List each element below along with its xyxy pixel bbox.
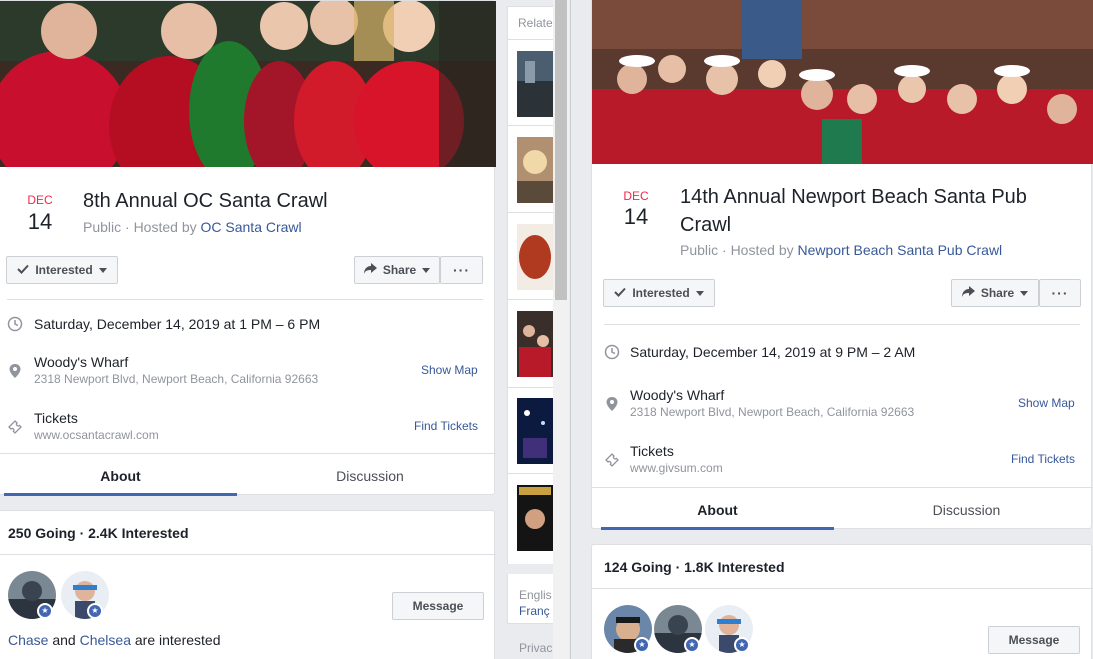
going-summary[interactable]: 250 Going · 2.4K Interested: [8, 525, 189, 541]
left-browser-window: DEC 14 8th Annual OC Santa Crawl Public …: [0, 0, 570, 659]
tickets-label: Tickets: [34, 410, 78, 426]
event-datetime[interactable]: Saturday, December 14, 2019 at 9 PM – 2 …: [630, 344, 915, 360]
interested-label: Interested: [632, 286, 690, 300]
event-month: DEC: [623, 189, 649, 203]
check-icon: [17, 263, 30, 277]
visibility-text: Public · Hosted by: [83, 219, 201, 235]
divider: [604, 324, 1080, 325]
divider: [0, 453, 496, 454]
more-options-button[interactable]: ···: [1039, 279, 1081, 307]
interested-button[interactable]: Interested: [6, 256, 118, 284]
friend-link[interactable]: Chase: [8, 632, 48, 648]
related-event-thumb[interactable]: [517, 51, 553, 117]
message-button[interactable]: Message: [392, 592, 484, 620]
chevron-down-icon: [98, 267, 107, 273]
event-host-line: Public · Hosted by OC Santa Crawl: [83, 219, 302, 235]
friend-link[interactable]: Chelsea: [80, 632, 131, 648]
more-options-button[interactable]: ···: [440, 256, 483, 284]
related-event-thumb[interactable]: [517, 398, 553, 464]
divider: [7, 299, 483, 300]
going-summary[interactable]: 124 Going · 1.8K Interested: [604, 559, 785, 575]
host-link[interactable]: OC Santa Crawl: [201, 219, 302, 235]
and-text: and: [48, 632, 80, 648]
event-title: 8th Annual OC Santa Crawl: [83, 190, 328, 212]
privacy-link[interactable]: Privac: [519, 641, 552, 655]
more-dots: ···: [1051, 285, 1069, 301]
tickets-label: Tickets: [630, 443, 674, 459]
show-map-link[interactable]: Show Map: [421, 363, 478, 377]
event-datetime[interactable]: Saturday, December 14, 2019 at 1 PM – 6 …: [34, 316, 320, 332]
venue-address: 2318 Newport Blvd, Newport Beach, Califo…: [34, 372, 319, 386]
chevron-down-icon: [422, 267, 431, 273]
event-day: 14: [27, 209, 53, 234]
chevron-down-icon: [1020, 290, 1029, 296]
event-card-right: DEC 14 14th Annual Newport Beach Santa P…: [591, 0, 1093, 530]
divider: [592, 588, 1093, 589]
venue-address: 2318 Newport Blvd, Newport Beach, Califo…: [630, 405, 915, 419]
going-card-right: 124 Going · 1.8K Interested ★ ★ ★ Messag…: [591, 544, 1093, 659]
host-link[interactable]: Newport Beach Santa Pub Crawl: [798, 242, 1003, 258]
venue-name[interactable]: Woody's Wharf: [630, 387, 724, 403]
tab-about[interactable]: About: [4, 468, 237, 484]
tickets-url[interactable]: www.ocsantacrawl.com: [34, 428, 159, 442]
ticket-icon: [604, 452, 620, 468]
divider: [592, 487, 1093, 488]
tab-about[interactable]: About: [601, 502, 834, 518]
event-cover-photo[interactable]: [592, 0, 1093, 164]
show-map-link[interactable]: Show Map: [1018, 396, 1075, 410]
language-option[interactable]: Franç: [519, 604, 550, 618]
map-pin-icon: [8, 363, 24, 379]
related-event-thumb[interactable]: [517, 224, 553, 290]
map-pin-icon: [605, 396, 621, 412]
right-browser-window: DEC 14 14th Annual Newport Beach Santa P…: [570, 0, 1093, 659]
related-label: Relate: [518, 16, 553, 30]
event-day: 14: [623, 204, 649, 229]
share-arrow-icon: [961, 286, 975, 300]
message-button[interactable]: Message: [988, 626, 1080, 654]
ticket-icon: [7, 419, 23, 435]
star-badge-icon: ★: [684, 637, 700, 653]
star-badge-icon: ★: [37, 603, 53, 619]
venue-name[interactable]: Woody's Wharf: [34, 354, 128, 370]
active-tab-indicator: [601, 527, 834, 530]
divider: [0, 554, 496, 555]
clock-icon: [7, 316, 23, 332]
star-badge-icon: ★: [87, 603, 103, 619]
related-event-thumb[interactable]: [517, 311, 553, 377]
related-event-thumb[interactable]: [517, 137, 553, 203]
clock-icon: [604, 344, 620, 360]
check-icon: [614, 286, 627, 300]
friends-interested-line: Chase and Chelsea are interested: [8, 632, 220, 648]
star-badge-icon: ★: [734, 637, 750, 653]
chevron-down-icon: [695, 290, 704, 296]
active-tab-indicator: [4, 493, 237, 496]
event-title: 14th Annual Newport Beach Santa Pub Crawl: [680, 183, 1027, 239]
interested-label: Interested: [35, 263, 93, 277]
share-button[interactable]: Share: [354, 256, 440, 284]
scrollbar-thumb[interactable]: [555, 0, 567, 300]
event-card-left: DEC 14 8th Annual OC Santa Crawl Public …: [0, 0, 496, 496]
related-event-thumb[interactable]: [517, 485, 553, 551]
interested-suffix: are interested: [130, 632, 221, 648]
share-label: Share: [382, 263, 417, 277]
tab-discussion[interactable]: Discussion: [252, 468, 488, 484]
language-current: Englis: [519, 588, 552, 602]
share-label: Share: [980, 286, 1015, 300]
star-badge-icon: ★: [634, 637, 650, 653]
event-host-line: Public · Hosted by Newport Beach Santa P…: [680, 242, 1002, 258]
event-title-line: 14th Annual Newport Beach Santa Pub: [680, 186, 1027, 208]
visibility-text: Public · Hosted by: [680, 242, 798, 258]
share-arrow-icon: [363, 263, 377, 277]
share-button[interactable]: Share: [951, 279, 1039, 307]
going-card-left: 250 Going · 2.4K Interested ★ ★ Message …: [0, 510, 496, 659]
tickets-url[interactable]: www.givsum.com: [630, 461, 723, 475]
event-title-line: Crawl: [680, 214, 732, 236]
event-cover-photo[interactable]: [0, 1, 496, 167]
find-tickets-link[interactable]: Find Tickets: [414, 419, 478, 433]
interested-button[interactable]: Interested: [603, 279, 715, 307]
tab-discussion[interactable]: Discussion: [850, 502, 1083, 518]
event-month: DEC: [27, 193, 53, 207]
more-dots: ···: [453, 262, 470, 278]
find-tickets-link[interactable]: Find Tickets: [1011, 452, 1075, 466]
